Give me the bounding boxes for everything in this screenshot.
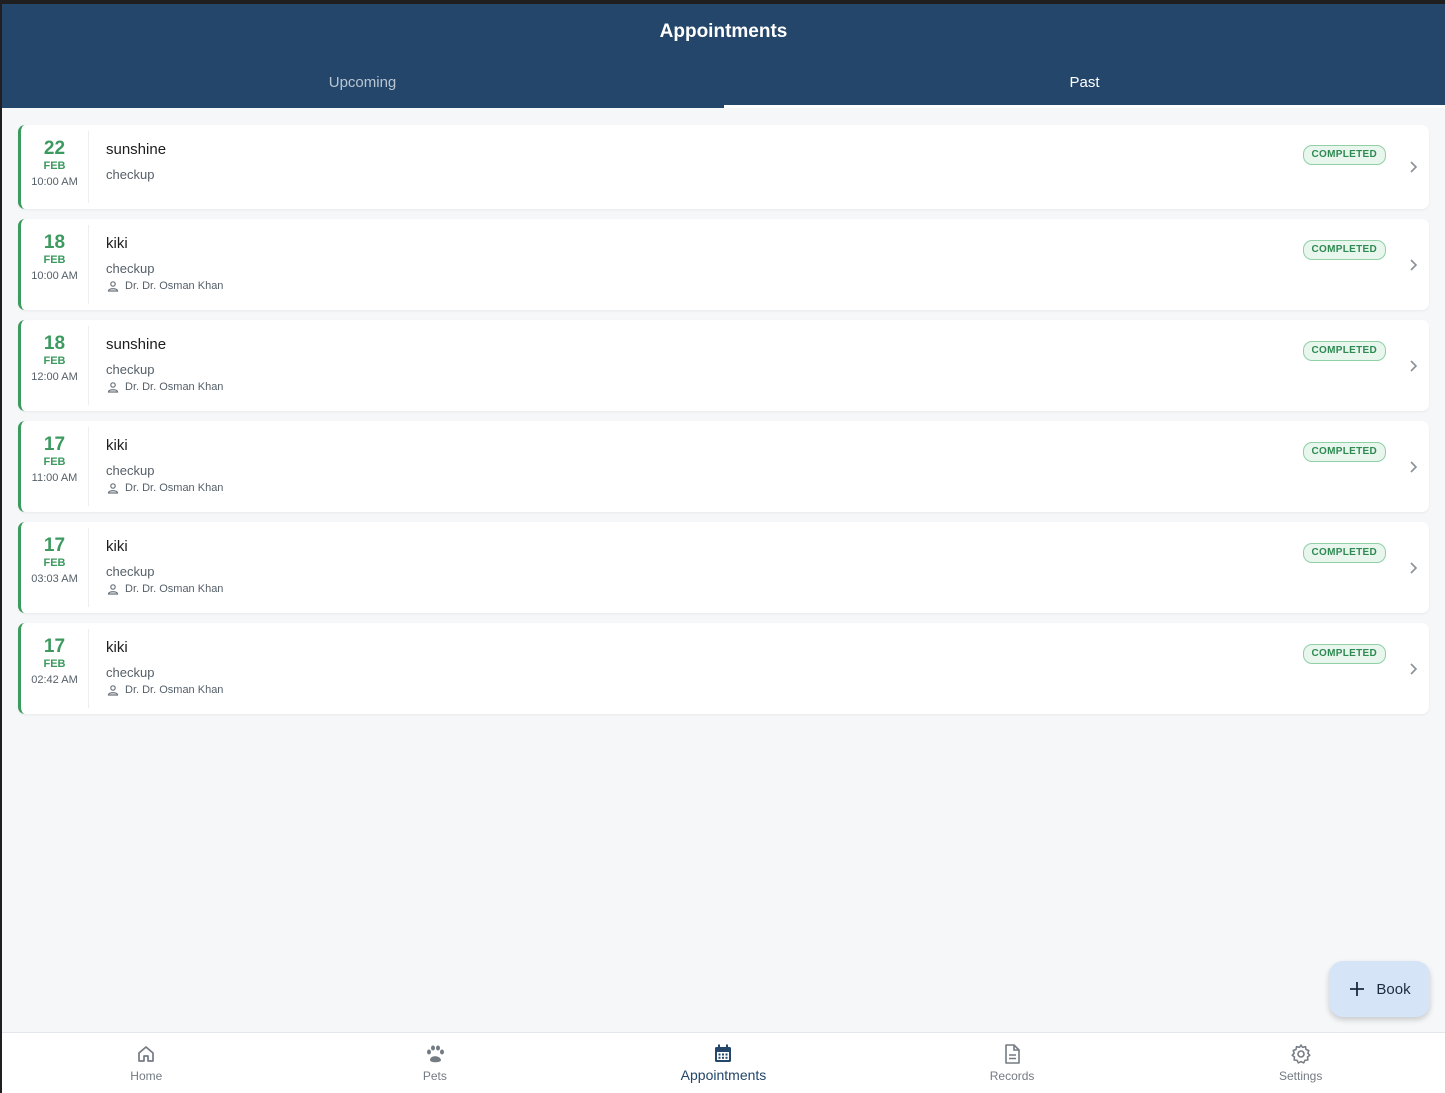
appointment-type: checkup <box>106 167 155 182</box>
appointment-card[interactable]: 17 FEB 11:00 AM kiki checkup Dr. Dr. Osm… <box>18 421 1429 512</box>
chevron-right-icon <box>1410 161 1418 173</box>
appointment-day: 17 <box>43 434 66 455</box>
nav-home[interactable]: Home <box>2 1033 291 1093</box>
nav-appointments[interactable]: Appointments <box>579 1033 868 1093</box>
vet-info: Dr. Dr. Osman Khan <box>107 583 223 595</box>
calendar-icon <box>715 1044 732 1062</box>
document-icon <box>1005 1044 1020 1064</box>
vet-name: Dr. Dr. Osman Khan <box>125 280 224 292</box>
person-icon <box>107 584 119 595</box>
appointment-list: 22 FEB 10:00 AM sunshine checkup COMPLET… <box>18 125 1429 724</box>
home-icon <box>138 1046 155 1062</box>
appointment-type: checkup <box>106 463 155 478</box>
appointment-time: 10:00 AM <box>31 176 78 188</box>
vet-info: Dr. Dr. Osman Khan <box>107 381 223 393</box>
nav-home-label: Home <box>130 1069 163 1083</box>
status-badge: COMPLETED <box>1302 543 1386 563</box>
appointment-day: 17 <box>43 535 66 556</box>
appointment-time: 12:00 AM <box>31 371 78 383</box>
tab-past[interactable]: Past <box>724 59 1445 108</box>
status-badge: COMPLETED <box>1302 644 1386 664</box>
status-badge: COMPLETED <box>1302 145 1386 165</box>
nav-pets-label: Pets <box>422 1069 447 1083</box>
app-bar: Appointments Upcoming Past <box>2 4 1445 108</box>
appointment-day: 17 <box>43 636 66 657</box>
chevron-right-icon <box>1410 662 1418 675</box>
chevron-right-icon <box>1410 258 1418 271</box>
pet-name: sunshine <box>106 141 167 158</box>
pet-name: sunshine <box>106 336 167 353</box>
appointment-card[interactable]: 17 FEB 02:42 AM kiki checkup Dr. Dr. Osm… <box>18 623 1429 714</box>
vet-name: Dr. Dr. Osman Khan <box>125 482 224 494</box>
active-tab-indicator <box>724 105 1445 108</box>
vet-info: Dr. Dr. Osman Khan <box>107 482 223 494</box>
date-column: 18 FEB 12:00 AM <box>21 326 89 405</box>
appointment-card[interactable]: 18 FEB 12:00 AM sunshine checkup Dr. Dr.… <box>18 320 1429 411</box>
bottom-navigation: Home Pets Appointments Records Settings <box>2 1032 1445 1093</box>
vet-info: Dr. Dr. Osman Khan <box>107 280 223 292</box>
book-button-label: Book <box>1376 980 1411 998</box>
plus-icon <box>1350 982 1365 996</box>
book-appointment-button[interactable]: Book <box>1329 961 1430 1017</box>
paw-icon <box>426 1045 444 1063</box>
appointment-month: FEB <box>43 160 66 172</box>
pet-name: kiki <box>106 639 128 656</box>
person-icon <box>107 382 119 393</box>
date-column: 22 FEB 10:00 AM <box>21 131 89 203</box>
vet-info: Dr. Dr. Osman Khan <box>107 684 223 696</box>
chevron-right-icon <box>1410 359 1418 372</box>
gear-icon <box>1291 1044 1311 1064</box>
appointment-card[interactable]: 22 FEB 10:00 AM sunshine checkup COMPLET… <box>18 125 1429 209</box>
appointment-card[interactable]: 17 FEB 03:03 AM kiki checkup Dr. Dr. Osm… <box>18 522 1429 613</box>
appointment-time: 03:03 AM <box>31 573 78 585</box>
status-badge: COMPLETED <box>1302 341 1386 361</box>
nav-records-label: Records <box>989 1069 1035 1083</box>
pet-name: kiki <box>106 538 128 555</box>
appointment-type: checkup <box>106 665 155 680</box>
nav-pets[interactable]: Pets <box>291 1033 580 1093</box>
nav-settings[interactable]: Settings <box>1156 1033 1445 1093</box>
person-icon <box>107 483 119 494</box>
chevron-right-icon <box>1410 460 1418 473</box>
appointment-month: FEB <box>43 557 66 569</box>
appointment-time: 10:00 AM <box>31 270 78 282</box>
vet-name: Dr. Dr. Osman Khan <box>125 381 224 393</box>
person-icon <box>107 685 119 696</box>
tab-upcoming[interactable]: Upcoming <box>2 59 723 108</box>
page-title: Appointments <box>659 21 788 42</box>
date-column: 17 FEB 03:03 AM <box>21 528 89 607</box>
appointment-month: FEB <box>43 658 66 670</box>
status-badge: COMPLETED <box>1302 240 1386 260</box>
person-icon <box>107 281 119 292</box>
date-column: 17 FEB 02:42 AM <box>21 629 89 708</box>
pet-name: kiki <box>106 235 128 252</box>
appointment-month: FEB <box>43 355 66 367</box>
nav-settings-label: Settings <box>1278 1069 1323 1083</box>
appointment-month: FEB <box>43 456 66 468</box>
appointment-day: 22 <box>43 138 66 159</box>
date-column: 18 FEB 10:00 AM <box>21 225 89 304</box>
appointment-type: checkup <box>106 261 155 276</box>
appointment-card[interactable]: 18 FEB 10:00 AM kiki checkup Dr. Dr. Osm… <box>18 219 1429 310</box>
vet-name: Dr. Dr. Osman Khan <box>125 684 224 696</box>
appointment-time: 02:42 AM <box>31 674 78 686</box>
status-badge: COMPLETED <box>1302 442 1386 462</box>
nav-records[interactable]: Records <box>868 1033 1157 1093</box>
vet-name: Dr. Dr. Osman Khan <box>125 583 224 595</box>
appointment-type: checkup <box>106 564 155 579</box>
date-column: 17 FEB 11:00 AM <box>21 427 89 506</box>
appointment-month: FEB <box>43 254 66 266</box>
pet-name: kiki <box>106 437 128 454</box>
nav-appointments-label: Appointments <box>680 1067 767 1083</box>
chevron-right-icon <box>1410 561 1418 574</box>
appointment-time: 11:00 AM <box>31 472 78 484</box>
appointment-day: 18 <box>43 333 66 354</box>
app-screen: Appointments Upcoming Past 22 FEB 10:00 … <box>2 4 1445 1093</box>
appointment-type: checkup <box>106 362 155 377</box>
appointment-day: 18 <box>43 232 66 253</box>
